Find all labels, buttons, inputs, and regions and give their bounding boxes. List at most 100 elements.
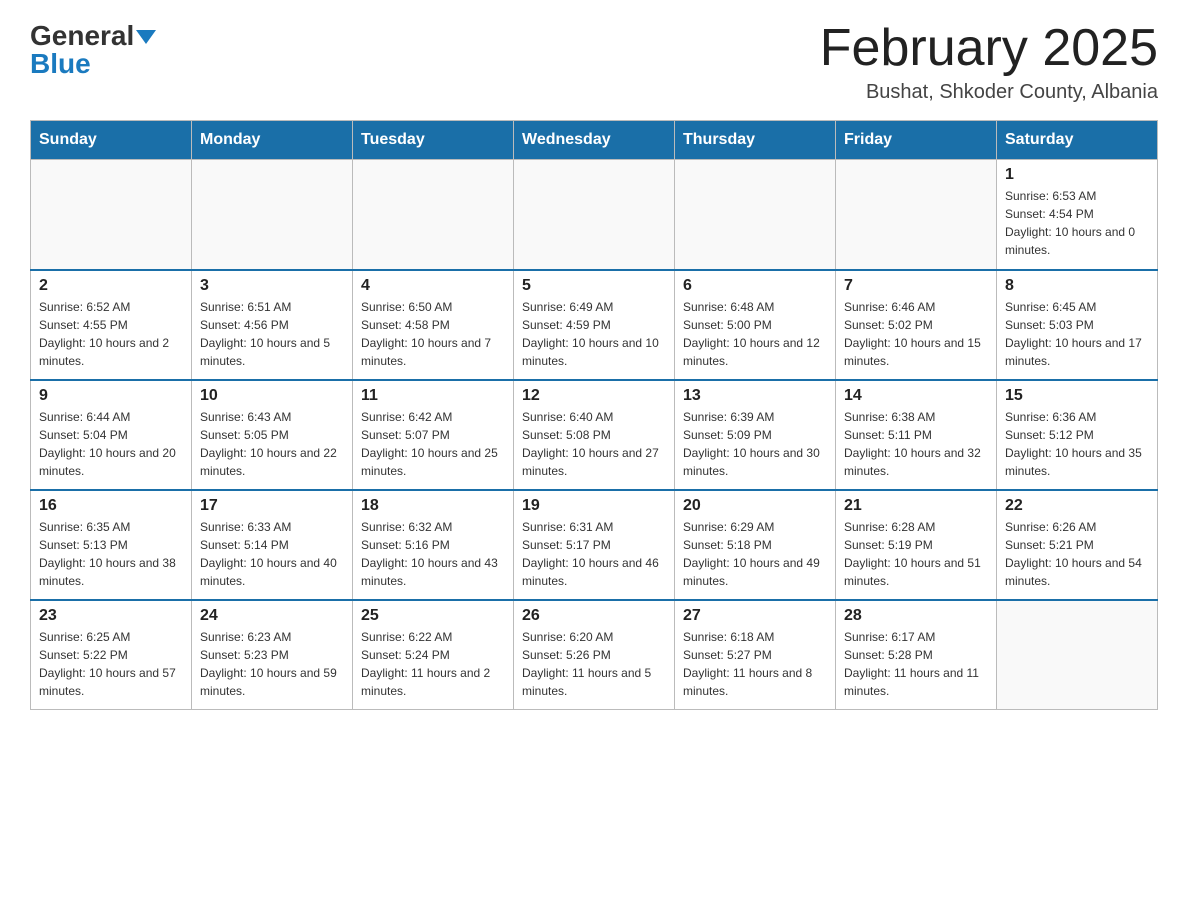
day-number: 26: [522, 607, 666, 625]
day-info: Sunrise: 6:35 AMSunset: 5:13 PMDaylight:…: [39, 518, 183, 590]
calendar-cell: [836, 160, 997, 270]
day-number: 15: [1005, 387, 1149, 405]
calendar-week-row: 23 Sunrise: 6:25 AMSunset: 5:22 PMDayligh…: [31, 600, 1158, 710]
calendar-cell: 12 Sunrise: 6:40 AMSunset: 5:08 PMDayligh…: [514, 380, 675, 490]
day-info: Sunrise: 6:28 AMSunset: 5:19 PMDaylight:…: [844, 518, 988, 590]
day-info: Sunrise: 6:39 AMSunset: 5:09 PMDaylight:…: [683, 408, 827, 480]
calendar-cell: 17 Sunrise: 6:33 AMSunset: 5:14 PMDayligh…: [192, 490, 353, 600]
day-number: 9: [39, 387, 183, 405]
logo-blue: Blue: [30, 48, 91, 80]
day-info: Sunrise: 6:26 AMSunset: 5:21 PMDaylight:…: [1005, 518, 1149, 590]
day-info: Sunrise: 6:46 AMSunset: 5:02 PMDaylight:…: [844, 298, 988, 370]
calendar-week-row: 1 Sunrise: 6:53 AMSunset: 4:54 PMDaylight…: [31, 160, 1158, 270]
calendar-cell: 26 Sunrise: 6:20 AMSunset: 5:26 PMDayligh…: [514, 600, 675, 710]
calendar-cell: [997, 600, 1158, 710]
day-info: Sunrise: 6:29 AMSunset: 5:18 PMDaylight:…: [683, 518, 827, 590]
calendar-header-row: SundayMondayTuesdayWednesdayThursdayFrid…: [31, 121, 1158, 160]
calendar-cell: 27 Sunrise: 6:18 AMSunset: 5:27 PMDayligh…: [675, 600, 836, 710]
day-info: Sunrise: 6:22 AMSunset: 5:24 PMDaylight:…: [361, 628, 505, 700]
calendar-cell: 3 Sunrise: 6:51 AMSunset: 4:56 PMDaylight…: [192, 270, 353, 380]
calendar-cell: 2 Sunrise: 6:52 AMSunset: 4:55 PMDaylight…: [31, 270, 192, 380]
day-number: 5: [522, 277, 666, 295]
calendar-header-tuesday: Tuesday: [353, 121, 514, 160]
calendar-cell: 4 Sunrise: 6:50 AMSunset: 4:58 PMDaylight…: [353, 270, 514, 380]
calendar-cell: [192, 160, 353, 270]
calendar-header-thursday: Thursday: [675, 121, 836, 160]
logo: General Blue: [30, 20, 156, 80]
calendar-cell: 16 Sunrise: 6:35 AMSunset: 5:13 PMDayligh…: [31, 490, 192, 600]
day-number: 17: [200, 497, 344, 515]
calendar-cell: 5 Sunrise: 6:49 AMSunset: 4:59 PMDaylight…: [514, 270, 675, 380]
day-info: Sunrise: 6:38 AMSunset: 5:11 PMDaylight:…: [844, 408, 988, 480]
day-number: 25: [361, 607, 505, 625]
calendar-cell: 15 Sunrise: 6:36 AMSunset: 5:12 PMDayligh…: [997, 380, 1158, 490]
day-number: 23: [39, 607, 183, 625]
day-number: 7: [844, 277, 988, 295]
day-info: Sunrise: 6:20 AMSunset: 5:26 PMDaylight:…: [522, 628, 666, 700]
day-info: Sunrise: 6:53 AMSunset: 4:54 PMDaylight:…: [1005, 187, 1149, 259]
calendar-header-friday: Friday: [836, 121, 997, 160]
day-number: 19: [522, 497, 666, 515]
day-info: Sunrise: 6:25 AMSunset: 5:22 PMDaylight:…: [39, 628, 183, 700]
day-info: Sunrise: 6:51 AMSunset: 4:56 PMDaylight:…: [200, 298, 344, 370]
calendar-cell: 1 Sunrise: 6:53 AMSunset: 4:54 PMDaylight…: [997, 160, 1158, 270]
day-info: Sunrise: 6:43 AMSunset: 5:05 PMDaylight:…: [200, 408, 344, 480]
day-info: Sunrise: 6:50 AMSunset: 4:58 PMDaylight:…: [361, 298, 505, 370]
day-info: Sunrise: 6:40 AMSunset: 5:08 PMDaylight:…: [522, 408, 666, 480]
day-info: Sunrise: 6:48 AMSunset: 5:00 PMDaylight:…: [683, 298, 827, 370]
calendar-cell: [31, 160, 192, 270]
day-info: Sunrise: 6:17 AMSunset: 5:28 PMDaylight:…: [844, 628, 988, 700]
calendar-cell: 28Sunrise: 6:17 AMSunset: 5:28 PMDayligh…: [836, 600, 997, 710]
calendar-cell: [675, 160, 836, 270]
day-info: Sunrise: 6:31 AMSunset: 5:17 PMDaylight:…: [522, 518, 666, 590]
day-info: Sunrise: 6:49 AMSunset: 4:59 PMDaylight:…: [522, 298, 666, 370]
day-number: 14: [844, 387, 988, 405]
calendar-header-monday: Monday: [192, 121, 353, 160]
day-number: 2: [39, 277, 183, 295]
calendar-cell: 21 Sunrise: 6:28 AMSunset: 5:19 PMDayligh…: [836, 490, 997, 600]
day-info: Sunrise: 6:44 AMSunset: 5:04 PMDaylight:…: [39, 408, 183, 480]
day-number: 13: [683, 387, 827, 405]
calendar-cell: [353, 160, 514, 270]
calendar-cell: 25 Sunrise: 6:22 AMSunset: 5:24 PMDayligh…: [353, 600, 514, 710]
day-number: 4: [361, 277, 505, 295]
day-number: 21: [844, 497, 988, 515]
calendar-header-saturday: Saturday: [997, 121, 1158, 160]
calendar-cell: 19 Sunrise: 6:31 AMSunset: 5:17 PMDayligh…: [514, 490, 675, 600]
day-number: 10: [200, 387, 344, 405]
day-info: Sunrise: 6:33 AMSunset: 5:14 PMDaylight:…: [200, 518, 344, 590]
day-number: 27: [683, 607, 827, 625]
day-number: 18: [361, 497, 505, 515]
day-info: Sunrise: 6:36 AMSunset: 5:12 PMDaylight:…: [1005, 408, 1149, 480]
calendar-cell: 9 Sunrise: 6:44 AMSunset: 5:04 PMDaylight…: [31, 380, 192, 490]
calendar-cell: 20 Sunrise: 6:29 AMSunset: 5:18 PMDayligh…: [675, 490, 836, 600]
day-number: 24: [200, 607, 344, 625]
calendar-cell: 6Sunrise: 6:48 AMSunset: 5:00 PMDaylight…: [675, 270, 836, 380]
day-number: 11: [361, 387, 505, 405]
calendar-table: SundayMondayTuesdayWednesdayThursdayFrid…: [30, 120, 1158, 710]
day-info: Sunrise: 6:18 AMSunset: 5:27 PMDaylight:…: [683, 628, 827, 700]
calendar-week-row: 9 Sunrise: 6:44 AMSunset: 5:04 PMDaylight…: [31, 380, 1158, 490]
calendar-cell: 8 Sunrise: 6:45 AMSunset: 5:03 PMDaylight…: [997, 270, 1158, 380]
calendar-week-row: 16 Sunrise: 6:35 AMSunset: 5:13 PMDayligh…: [31, 490, 1158, 600]
calendar-week-row: 2 Sunrise: 6:52 AMSunset: 4:55 PMDaylight…: [31, 270, 1158, 380]
calendar-cell: 10 Sunrise: 6:43 AMSunset: 5:05 PMDayligh…: [192, 380, 353, 490]
day-info: Sunrise: 6:23 AMSunset: 5:23 PMDaylight:…: [200, 628, 344, 700]
day-info: Sunrise: 6:32 AMSunset: 5:16 PMDaylight:…: [361, 518, 505, 590]
day-number: 12: [522, 387, 666, 405]
page-header: General Blue February 2025 Bushat, Shkod…: [30, 20, 1158, 104]
day-number: 1: [1005, 166, 1149, 184]
day-number: 8: [1005, 277, 1149, 295]
calendar-cell: 24 Sunrise: 6:23 AMSunset: 5:23 PMDayligh…: [192, 600, 353, 710]
calendar-cell: 11Sunrise: 6:42 AMSunset: 5:07 PMDayligh…: [353, 380, 514, 490]
day-info: Sunrise: 6:45 AMSunset: 5:03 PMDaylight:…: [1005, 298, 1149, 370]
calendar-cell: 22 Sunrise: 6:26 AMSunset: 5:21 PMDayligh…: [997, 490, 1158, 600]
calendar-cell: 7 Sunrise: 6:46 AMSunset: 5:02 PMDaylight…: [836, 270, 997, 380]
day-number: 22: [1005, 497, 1149, 515]
day-info: Sunrise: 6:52 AMSunset: 4:55 PMDaylight:…: [39, 298, 183, 370]
location-subtitle: Bushat, Shkoder County, Albania: [820, 81, 1158, 104]
day-number: 20: [683, 497, 827, 515]
day-number: 16: [39, 497, 183, 515]
day-number: 3: [200, 277, 344, 295]
calendar-header-sunday: Sunday: [31, 121, 192, 160]
